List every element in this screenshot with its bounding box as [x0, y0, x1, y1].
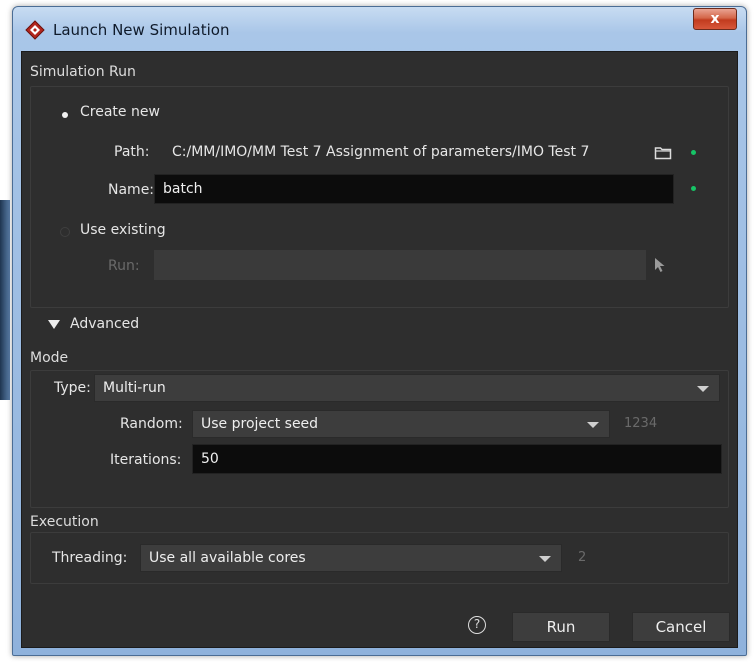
advanced-expand-icon[interactable] — [48, 320, 60, 330]
dialog-window: Launch New Simulation x Simulation Run C… — [12, 6, 747, 656]
cursor-picker-icon — [655, 258, 665, 272]
simulation-run-group-title: Simulation Run — [30, 64, 136, 80]
cores-value: 2 — [578, 550, 587, 565]
threading-label: Threading: — [52, 550, 128, 566]
folder-icon[interactable] — [654, 145, 672, 160]
run-label: Run: — [108, 258, 140, 274]
advanced-toggle[interactable]: Advanced — [70, 316, 139, 332]
type-dropdown[interactable]: Multi-run — [94, 374, 720, 402]
create-new-label[interactable]: Create new — [80, 104, 160, 120]
dialog-content: Simulation Run Create new Path: C:/MM/IM… — [21, 51, 738, 648]
title-bar[interactable]: Launch New Simulation x — [13, 7, 746, 51]
execution-group-title: Execution — [30, 514, 99, 530]
run-button[interactable]: Run — [512, 612, 610, 642]
app-logo-icon — [25, 20, 45, 40]
random-dropdown[interactable]: Use project seed — [192, 410, 610, 438]
type-dropdown-value: Multi-run — [103, 380, 166, 396]
threading-dropdown[interactable]: Use all available cores — [140, 544, 562, 572]
chevron-down-icon — [587, 422, 599, 428]
run-field — [154, 250, 646, 280]
path-value: C:/MM/IMO/MM Test 7 Assignment of parame… — [172, 144, 590, 160]
help-glyph: ? — [473, 617, 481, 631]
name-valid-indicator — [691, 186, 696, 191]
close-button[interactable]: x — [693, 8, 737, 30]
name-field[interactable]: batch — [154, 174, 674, 204]
iterations-label: Iterations: — [110, 452, 182, 468]
use-existing-radio[interactable] — [60, 227, 70, 237]
cancel-button[interactable]: Cancel — [632, 612, 730, 642]
random-dropdown-value: Use project seed — [201, 416, 319, 432]
chevron-down-icon — [697, 386, 709, 392]
window-title: Launch New Simulation — [53, 21, 230, 39]
type-label: Type: — [54, 380, 91, 396]
path-valid-indicator — [691, 150, 696, 155]
create-new-radio[interactable] — [62, 112, 68, 118]
mode-group-title: Mode — [30, 350, 69, 366]
chevron-down-icon — [539, 556, 551, 562]
random-label: Random: — [120, 416, 183, 432]
threading-dropdown-value: Use all available cores — [149, 550, 306, 566]
use-existing-label[interactable]: Use existing — [80, 222, 166, 238]
help-icon[interactable]: ? — [468, 616, 486, 634]
seed-value: 1234 — [624, 416, 658, 431]
name-label: Name: — [108, 182, 155, 198]
background-window-edge — [0, 200, 10, 400]
path-label: Path: — [114, 144, 150, 160]
iterations-field[interactable]: 50 — [192, 444, 722, 474]
